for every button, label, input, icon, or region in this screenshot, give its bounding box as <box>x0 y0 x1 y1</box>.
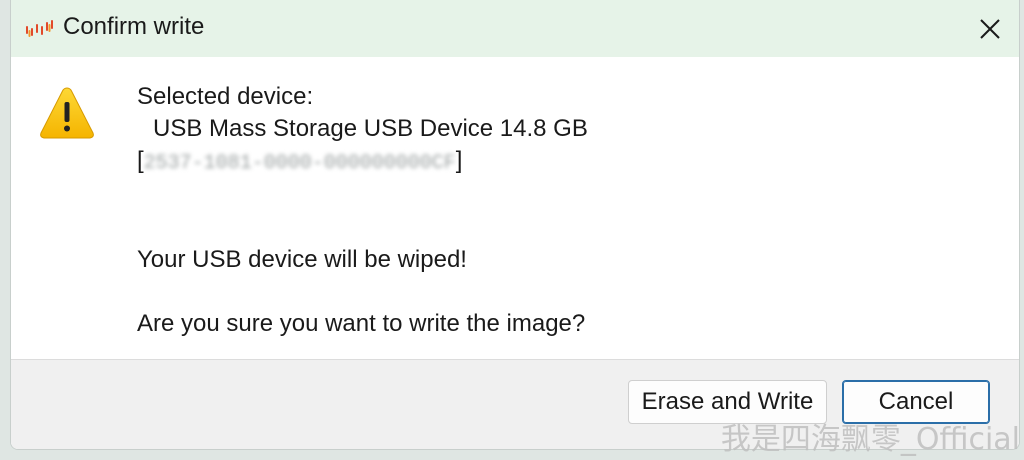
app-activity-icon <box>26 20 53 37</box>
title-bar: Confirm write <box>11 0 1019 57</box>
warning-icon <box>40 87 94 139</box>
device-id: [2537-1081-0000-000000000CF] <box>137 145 588 180</box>
device-name: USB Mass Storage USB Device 14.8 GB <box>153 115 588 142</box>
device-id-open: [ <box>137 147 144 174</box>
selected-device-label: Selected device: <box>137 83 314 110</box>
dialog-content: Selected device: USB Mass Storage USB De… <box>11 57 1019 359</box>
close-icon <box>980 18 1000 39</box>
message-block: Selected device: USB Mass Storage USB De… <box>137 81 588 340</box>
window-title: Confirm write <box>63 13 205 40</box>
confirm-write-dialog: Confirm write Selected device: USB Mass … <box>10 0 1020 450</box>
device-id-blurred: 2537-1081-0000-000000000CF <box>143 152 456 175</box>
device-id-close: ] <box>455 147 463 174</box>
question-text: Are you sure you want to write the image… <box>137 310 586 337</box>
close-button[interactable] <box>961 0 1019 57</box>
watermark-text: 我是四海飘零_Official <box>720 422 1020 457</box>
warning-text: Your USB device will be wiped! <box>137 246 467 273</box>
